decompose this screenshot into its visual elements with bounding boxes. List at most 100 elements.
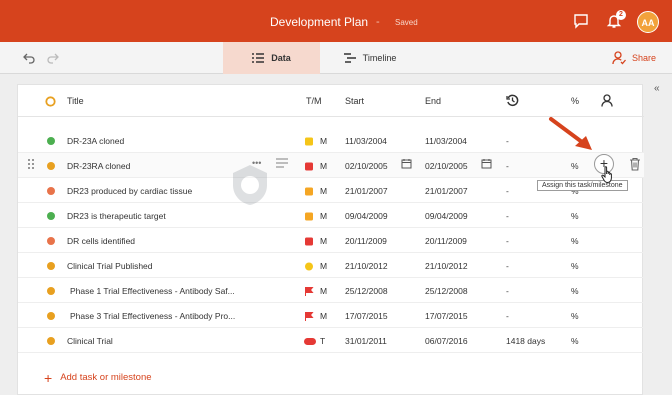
row-duration[interactable]: - (506, 236, 509, 246)
row-end-date[interactable]: 20/11/2009 (425, 236, 467, 246)
row-start-date[interactable]: 25/12/2008 (345, 286, 388, 296)
row-type[interactable]: M (320, 136, 327, 146)
row-percent[interactable]: % (571, 261, 579, 271)
column-end[interactable]: End (425, 96, 441, 106)
row-duration[interactable]: - (506, 286, 509, 296)
row-end-date[interactable]: 11/03/2004 (425, 136, 467, 146)
status-dot-icon[interactable] (47, 287, 55, 295)
row-start-date[interactable]: 17/07/2015 (345, 311, 388, 321)
status-dot-icon[interactable] (47, 137, 55, 145)
row-end-date[interactable]: 17/07/2015 (425, 311, 468, 321)
milestone-square-icon[interactable] (304, 137, 316, 146)
row-percent[interactable]: % (571, 236, 579, 246)
row-type[interactable]: M (320, 161, 327, 171)
column-percent[interactable]: % (571, 96, 579, 106)
row-start-date[interactable]: 21/10/2012 (345, 261, 388, 271)
avatar[interactable]: AA (637, 11, 659, 33)
row-title[interactable]: DR-23A cloned (67, 136, 124, 146)
undo-icon[interactable] (22, 51, 36, 65)
status-dot-icon[interactable] (47, 237, 55, 245)
drag-handle-icon[interactable] (27, 158, 35, 170)
trash-icon[interactable] (629, 157, 641, 171)
status-dot-icon[interactable] (47, 162, 55, 170)
annotation-arrow (549, 117, 592, 150)
milestone-square-icon[interactable] (304, 237, 316, 246)
row-start-date[interactable]: 11/03/2004 (345, 136, 387, 146)
row-title[interactable]: DR23 is therapeutic target (67, 211, 166, 221)
row-duration[interactable]: - (506, 161, 509, 171)
row-duration[interactable]: - (506, 136, 509, 146)
notes-icon[interactable] (276, 158, 288, 168)
row-percent[interactable]: % (571, 286, 579, 296)
row-start-date[interactable]: 21/01/2007 (345, 186, 388, 196)
row-duration[interactable]: - (506, 186, 509, 196)
row-percent[interactable]: % (571, 161, 579, 171)
row-title[interactable]: Phase 1 Trial Effectiveness - Antibody S… (70, 286, 235, 296)
row-end-date[interactable]: 21/01/2007 (425, 186, 468, 196)
row-type[interactable]: M (320, 311, 327, 321)
table-row[interactable]: Phase 3 Trial Effectiveness - Antibody P… (18, 303, 644, 328)
start-calendar-icon[interactable] (401, 158, 412, 169)
milestone-circle-icon[interactable] (304, 262, 316, 271)
flag-icon[interactable] (304, 312, 316, 321)
status-dot-icon[interactable] (47, 262, 55, 270)
row-title[interactable]: Clinical Trial Published (67, 261, 153, 271)
row-duration[interactable]: - (506, 311, 509, 321)
column-tm[interactable]: T/M (306, 96, 322, 106)
column-title[interactable]: Title (67, 96, 84, 106)
plan-title[interactable]: Development Plan (270, 15, 368, 29)
add-task-button[interactable]: + Add task or milestone (44, 371, 152, 385)
table-row[interactable]: Clinical Trial T 31/01/2011 06/07/2016 1418 … (18, 328, 644, 353)
row-end-date[interactable]: 25/12/2008 (425, 286, 468, 296)
collapse-panel-icon[interactable]: « (654, 83, 660, 94)
row-start-date[interactable]: 02/10/2005 (345, 161, 388, 171)
status-dot-icon[interactable] (47, 337, 55, 345)
status-dot-icon[interactable] (47, 312, 55, 320)
row-type[interactable]: T (320, 336, 325, 346)
tab-data[interactable]: Data (223, 42, 320, 74)
chat-icon[interactable] (573, 13, 589, 29)
column-start[interactable]: Start (345, 96, 364, 106)
redo-icon[interactable] (46, 51, 60, 65)
milestone-square-icon[interactable] (304, 212, 316, 221)
task-pill-icon[interactable] (304, 337, 316, 346)
row-type[interactable]: M (320, 286, 327, 296)
table-row[interactable]: DR-23RA cloned M 02/10/2005 02/10/2005 -% (18, 153, 644, 178)
row-type[interactable]: M (320, 211, 327, 221)
row-title[interactable]: DR cells identified (67, 236, 135, 246)
row-start-date[interactable]: 20/11/2009 (345, 236, 387, 246)
row-percent[interactable]: % (571, 336, 579, 346)
milestone-square-icon[interactable] (304, 162, 316, 171)
end-calendar-icon[interactable] (481, 158, 492, 169)
row-end-date[interactable]: 06/07/2016 (425, 336, 468, 346)
table-row[interactable]: DR cells identified M 20/11/2009 20/11/2009… (18, 228, 644, 253)
row-title[interactable]: DR-23RA cloned (67, 161, 130, 171)
row-type[interactable]: M (320, 261, 327, 271)
row-end-date[interactable]: 02/10/2005 (425, 161, 468, 171)
duration-clock-icon[interactable] (506, 94, 519, 107)
row-end-date[interactable]: 09/04/2009 (425, 211, 468, 221)
table-row[interactable]: Clinical Trial Published M 21/10/2012 21/10… (18, 253, 644, 278)
person-icon[interactable] (601, 94, 613, 107)
row-percent[interactable]: % (571, 211, 579, 221)
row-start-date[interactable]: 09/04/2009 (345, 211, 388, 221)
table-row[interactable]: DR23 is therapeutic target M 09/04/2009 09/… (18, 203, 644, 228)
tab-timeline[interactable]: Timeline (320, 42, 420, 74)
row-title[interactable]: Phase 3 Trial Effectiveness - Antibody P… (70, 311, 235, 321)
milestone-square-icon[interactable] (304, 187, 316, 196)
row-end-date[interactable]: 21/10/2012 (425, 261, 468, 271)
status-dot-icon[interactable] (47, 212, 55, 220)
row-start-date[interactable]: 31/01/2011 (345, 336, 387, 346)
row-duration[interactable]: - (506, 211, 509, 221)
status-dot-icon[interactable] (47, 187, 55, 195)
row-type[interactable]: M (320, 186, 327, 196)
table-row[interactable]: Phase 1 Trial Effectiveness - Antibody S… (18, 278, 644, 303)
flag-icon[interactable] (304, 287, 316, 296)
row-title[interactable]: DR23 produced by cardiac tissue (67, 186, 192, 196)
row-title[interactable]: Clinical Trial (67, 336, 113, 346)
row-percent[interactable]: % (571, 311, 579, 321)
row-duration[interactable]: 1418 days (506, 336, 545, 346)
row-type[interactable]: M (320, 236, 327, 246)
share-button[interactable]: Share (612, 51, 656, 65)
row-duration[interactable]: - (506, 261, 509, 271)
